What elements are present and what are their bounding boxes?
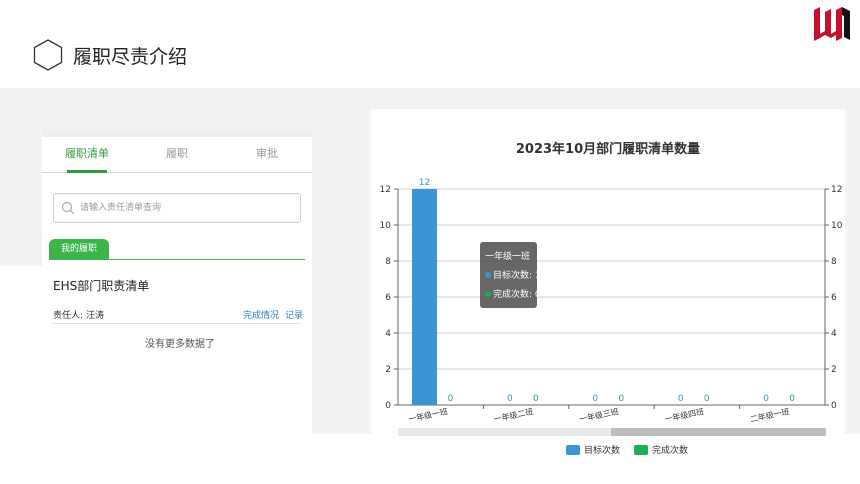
- data-label: 0: [763, 394, 769, 404]
- y-tick-label: 12: [380, 185, 391, 195]
- search-input[interactable]: [80, 194, 295, 222]
- data-label: 0: [678, 394, 684, 404]
- data-label: 0: [507, 394, 513, 404]
- data-label: 0: [533, 394, 539, 404]
- data-label: 12: [419, 178, 430, 188]
- y-tick-label: 6: [385, 293, 391, 303]
- legend-swatch-target: [566, 444, 580, 455]
- data-label: 0: [704, 394, 710, 404]
- scrollbar-thumb: [611, 428, 826, 436]
- chart-legend: 目标次数 完成次数: [566, 443, 688, 456]
- status-bar: [42, 129, 312, 137]
- tab-approval[interactable]: 审批: [222, 137, 312, 172]
- y-tick-label: 0: [385, 401, 391, 411]
- list-item-title[interactable]: EHS部门职责清单: [53, 277, 149, 294]
- completion-status-link[interactable]: 完成情况: [243, 308, 279, 321]
- chart-panel: 2023年10月部门履职清单数量 0 0 2 2 4 4 6 6 8 8 10 10 12 12 12 0 一年…: [371, 109, 845, 459]
- legend-swatch-done: [634, 444, 649, 455]
- page-title: 履职尽责介绍: [73, 46, 188, 68]
- bar-chart: 0 02 24 46 68 810 1012 12120一年级一班0 0一年级二班0 0一年级三班…: [380, 178, 843, 436]
- x-tick-label: 一年级三班: [578, 406, 619, 424]
- my-duty-underline: [49, 259, 305, 260]
- y-tick-label-right: 0: [831, 401, 837, 411]
- tooltip-row-target: 目标次数: 12: [485, 267, 546, 286]
- brand-logo-icon: [814, 7, 850, 41]
- search-box: [53, 193, 301, 223]
- record-link[interactable]: 记录: [285, 308, 303, 321]
- tooltip-target-label: 目标次数: 12: [493, 271, 547, 281]
- y-tick-label-right: 8: [831, 257, 837, 267]
- y-tick-label: 8: [385, 257, 391, 267]
- legend-item-done[interactable]: 完成次数: [634, 443, 688, 456]
- duty-list: [0, 266, 312, 434]
- y-tick-label: 2: [385, 365, 391, 375]
- my-duty-tab[interactable]: 我的履职: [49, 239, 110, 259]
- tooltip-title: 一年级一班: [485, 252, 531, 262]
- data-label: 0: [592, 394, 598, 404]
- tooltip-row-done: 完成次数: 0: [485, 286, 541, 305]
- tooltip-done-label: 完成次数: 0: [493, 290, 541, 300]
- data-label: 0: [789, 394, 795, 404]
- search-icon: [61, 201, 75, 215]
- x-tick-label: 一年级二班: [493, 406, 534, 424]
- hexagon-icon: [33, 39, 63, 71]
- data-label: 0: [448, 394, 454, 404]
- y-tick-label-right: 12: [831, 185, 842, 195]
- legend-label-done: 完成次数: [652, 446, 689, 456]
- list-divider: [53, 323, 301, 324]
- list-item-person: 责任人: 汪涛: [53, 311, 104, 321]
- y-tick-label: 4: [385, 329, 391, 339]
- target-dot-icon: [485, 272, 491, 278]
- legend-label-target: 目标次数: [584, 446, 621, 456]
- y-tick-label: 10: [380, 221, 392, 231]
- tab-bar: 履职清单 履职 审批: [42, 137, 312, 173]
- chart-tooltip: 一年级一班 目标次数: 12 完成次数: 0: [480, 242, 546, 308]
- y-tick-label-right: 10: [831, 221, 843, 231]
- tab-duty[interactable]: 履职: [132, 137, 222, 172]
- x-tick-label: 二年级一班: [749, 406, 790, 424]
- bar: [412, 189, 437, 405]
- no-more-data-text: 没有更多数据了: [145, 339, 215, 350]
- data-label: 0: [618, 394, 624, 404]
- legend-item-target[interactable]: 目标次数: [566, 443, 620, 456]
- tab-duty-list[interactable]: 履职清单: [42, 137, 132, 173]
- y-tick-label-right: 2: [831, 365, 837, 375]
- y-tick-label-right: 6: [831, 293, 837, 303]
- done-dot-icon: [485, 291, 491, 297]
- x-tick-label: 一年级四班: [664, 406, 705, 424]
- y-tick-label-right: 4: [831, 329, 837, 339]
- x-tick-label: 一年级一班: [407, 406, 448, 424]
